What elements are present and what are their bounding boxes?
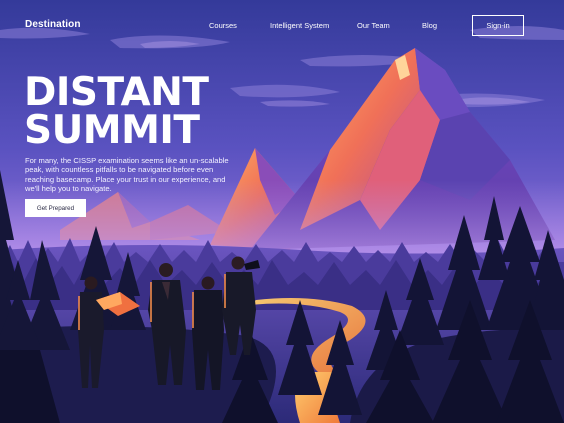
hero-title-line-1: DISTANT (24, 70, 209, 115)
nav-item-our-team[interactable]: Our Team (357, 21, 390, 30)
hero-title-line-2: SUMMIT (24, 108, 200, 153)
get-prepared-button[interactable]: Get Prepared (25, 199, 86, 217)
nav-item-intelligent-system[interactable]: Intelligent System (270, 21, 329, 30)
brand-logo[interactable]: Destination (25, 19, 81, 30)
nav-item-blog[interactable]: Blog (422, 21, 437, 30)
signin-button[interactable]: Sign-in (472, 15, 524, 36)
hero-description: For many, the CISSP examination seems li… (25, 156, 229, 193)
landing-page: Destination Courses Intelligent System O… (0, 0, 564, 423)
top-navigation: Destination Courses Intelligent System O… (0, 0, 564, 52)
nav-item-courses[interactable]: Courses (209, 21, 237, 30)
hero-title: DISTANT SUMMIT (24, 70, 209, 153)
